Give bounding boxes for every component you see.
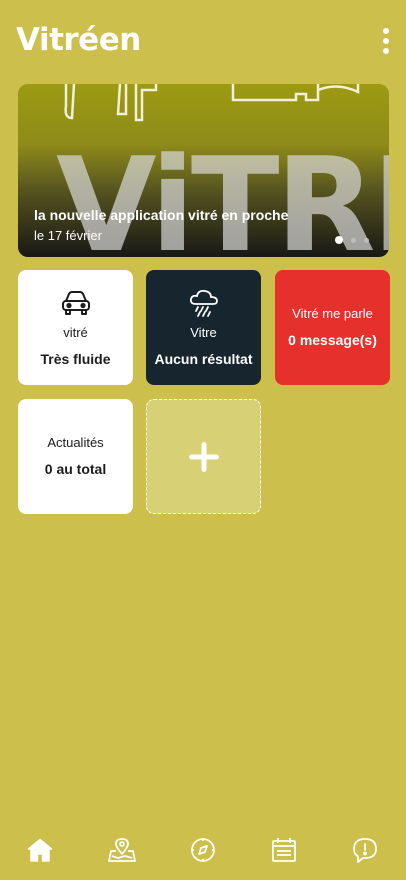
tile-label: Vitré me parle	[292, 306, 373, 321]
weather-tile[interactable]: Vitre Aucun résultat	[146, 270, 261, 385]
map-pin-icon	[108, 838, 136, 862]
compass-icon	[191, 838, 215, 862]
news-tile[interactable]: Actualités 0 au total	[18, 399, 133, 514]
carousel-dot[interactable]	[351, 237, 356, 243]
bottom-nav	[0, 822, 406, 880]
tile-value: Aucun résultat	[154, 351, 253, 367]
app-title: Vitréen	[16, 22, 141, 58]
add-tile-button[interactable]	[146, 399, 261, 514]
more-dot	[383, 48, 389, 54]
home-icon	[27, 838, 53, 862]
banner-caption: la nouvelle application vitré en proche …	[34, 206, 288, 246]
more-dot	[383, 28, 389, 34]
alert-chat-icon	[353, 838, 377, 863]
nav-home[interactable]	[20, 834, 60, 866]
tile-value: 0 message(s)	[288, 332, 377, 348]
nav-report[interactable]	[345, 834, 385, 866]
tile-label: Vitre	[190, 325, 217, 340]
banner-date: le 17 février	[34, 228, 102, 243]
calendar-icon	[272, 838, 296, 862]
messages-tile[interactable]: Vitré me parle 0 message(s)	[275, 270, 390, 385]
plus-icon	[188, 441, 219, 472]
tile-label: vitré	[63, 325, 88, 340]
rain-cloud-icon	[188, 287, 220, 319]
more-dot	[383, 38, 389, 44]
carousel-dot-active[interactable]	[335, 236, 343, 244]
nav-map[interactable]	[102, 834, 142, 866]
nav-explore[interactable]	[183, 834, 223, 866]
app-header: Vitréen	[0, 0, 406, 84]
more-menu-button[interactable]	[376, 26, 396, 56]
tile-label: Actualités	[47, 435, 104, 450]
tile-value: Très fluide	[40, 351, 111, 367]
news-banner[interactable]: ViTRE la nouvelle application vitré en p…	[18, 84, 389, 257]
nav-calendar[interactable]	[264, 834, 304, 866]
traffic-tile[interactable]: vitré Très fluide	[18, 270, 133, 385]
tile-value: 0 au total	[44, 461, 107, 477]
car-icon	[60, 287, 92, 319]
banner-headline: la nouvelle application vitré en proche	[34, 207, 289, 223]
carousel-dot[interactable]	[364, 237, 369, 243]
carousel-indicator	[335, 235, 369, 245]
